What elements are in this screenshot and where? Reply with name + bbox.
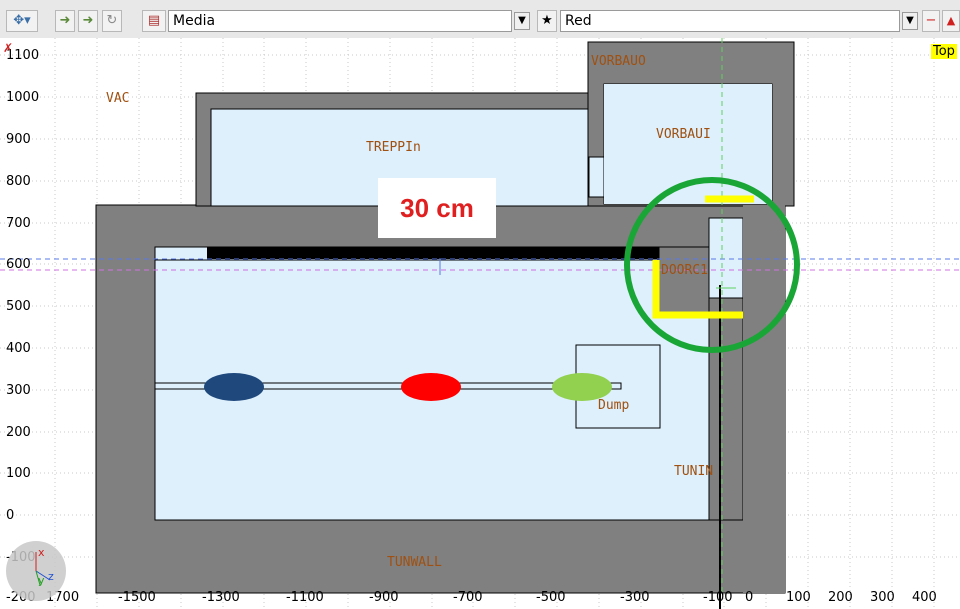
geometry-canvas[interactable]: VAC TREPPIn VORBAUO VORBAUI DOORC1 Dump … (0, 38, 960, 609)
label-dump: Dump (598, 398, 629, 413)
up-triangle-icon[interactable]: ▲ (942, 10, 960, 32)
label-doorc1: DOORC1 (661, 263, 708, 278)
label-vorbaui: VORBAUI (656, 127, 711, 142)
beam-marker-green[interactable] (552, 373, 612, 401)
y-tick: 800 (6, 174, 31, 189)
thickness-label: 30 cm (378, 178, 496, 238)
label-vac: VAC (106, 91, 129, 106)
x-tick: -100 (703, 590, 733, 605)
media-dropdown-icon[interactable]: ▼ (514, 12, 530, 30)
beam-marker-red[interactable] (401, 373, 461, 401)
star-icon[interactable]: ★ (537, 10, 557, 32)
y-tick: 100 (6, 466, 31, 481)
label-treppin: TREPPIn (366, 140, 421, 155)
y-tick: 200 (6, 425, 31, 440)
view-mode-label: Top (931, 44, 957, 59)
label-vorbauo: VORBAUO (591, 54, 646, 69)
axis-x-label-icon: x (38, 546, 45, 559)
x-tick: 200 (828, 590, 853, 605)
y-tick: 400 (6, 341, 31, 356)
y-tick: 1000 (6, 90, 39, 105)
door-wall-lower[interactable] (708, 297, 744, 521)
x-tick: -700 (453, 590, 483, 605)
y-axis: 1100 1000 900 800 700 600 500 400 300 20… (6, 48, 39, 605)
y-tick: 0 (6, 508, 14, 523)
x-tick: -900 (369, 590, 399, 605)
y-tick: 900 (6, 132, 31, 147)
doorc1-region[interactable] (658, 246, 710, 313)
x-tick: 0 (745, 590, 753, 605)
axis-y-label-icon: y (38, 574, 45, 587)
minus-icon[interactable]: − (922, 10, 940, 32)
media-select[interactable]: Media (168, 10, 512, 32)
color-select[interactable]: Red (560, 10, 900, 32)
x-tick: -1100 (286, 590, 324, 605)
shielding-slab[interactable] (207, 247, 659, 259)
passage-region[interactable] (588, 156, 607, 198)
x-tick: 400 (912, 590, 937, 605)
x-tick: -1500 (118, 590, 156, 605)
x-tick: -300 (620, 590, 650, 605)
axis-z-label-icon: z (48, 570, 54, 583)
move-view-icon[interactable]: ✥▾ (6, 10, 38, 32)
forward-arrow-icon[interactable]: ➜ (78, 10, 98, 32)
beam-marker-blue[interactable] (204, 373, 264, 401)
x-tick: -1300 (202, 590, 240, 605)
color-dropdown-icon[interactable]: ▼ (902, 12, 918, 30)
y-tick: 700 (6, 216, 31, 231)
door-wall-right (743, 205, 785, 593)
label-tunin: TUNIN (674, 464, 713, 479)
y-tick: 500 (6, 299, 31, 314)
x-tick: 300 (870, 590, 895, 605)
refresh-icon[interactable]: ↻ (102, 10, 122, 32)
back-arrow-icon[interactable]: ➜ (55, 10, 75, 32)
y-tick: 600 (6, 257, 31, 272)
door-gap-region[interactable] (708, 217, 744, 299)
x-tick: 100 (786, 590, 811, 605)
y-tick: 300 (6, 383, 31, 398)
x-tick: -500 (536, 590, 566, 605)
origin-cross-icon: ✗ (3, 41, 13, 55)
media-icon: ▤ (142, 10, 166, 32)
toolbar: ✥▾ ➜ ➜ ↻ ▤ Media ▼ ★ Red ▼ − ▲ (0, 0, 960, 39)
label-tunwall: TUNWALL (387, 555, 442, 570)
